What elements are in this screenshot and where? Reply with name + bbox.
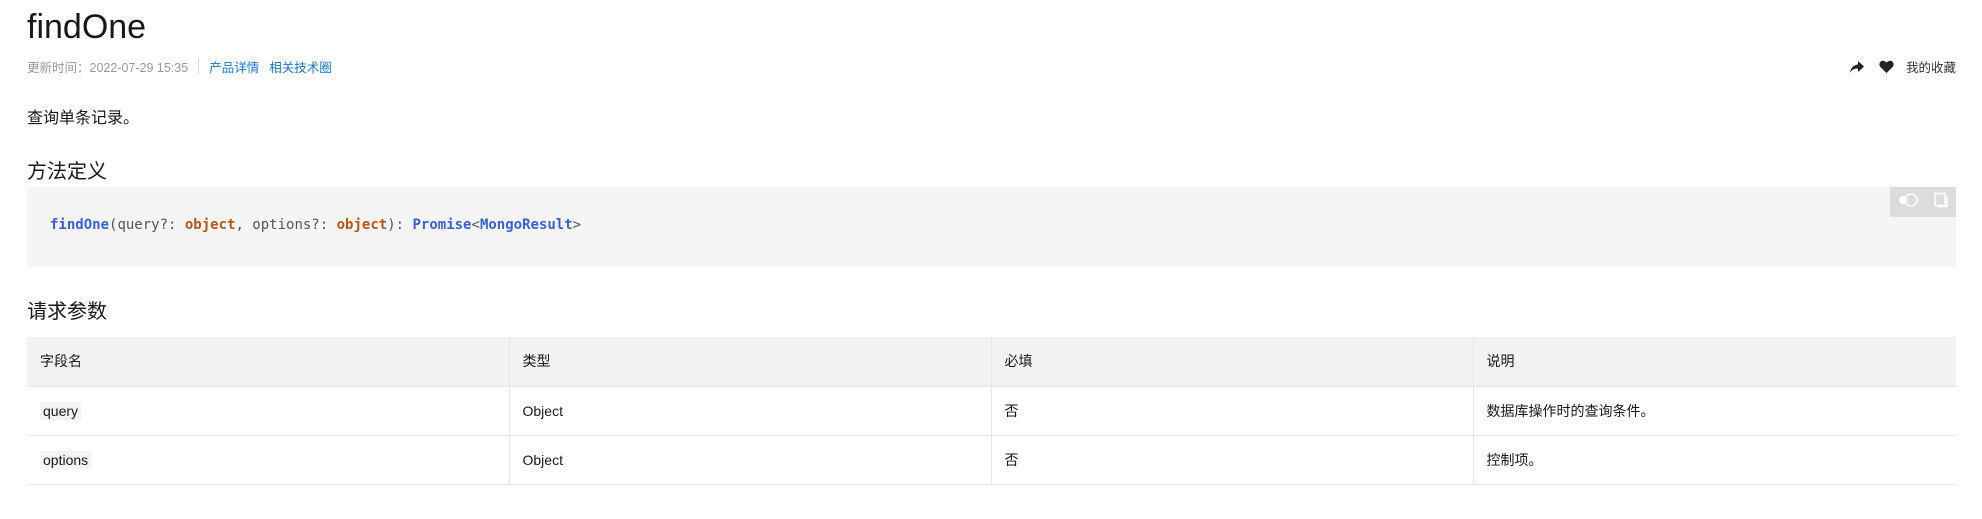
code-keyword: object bbox=[184, 217, 236, 233]
code-text: < bbox=[471, 217, 480, 233]
product-detail-link[interactable]: 产品详情 bbox=[209, 57, 259, 76]
code-toolbar bbox=[1890, 187, 1956, 217]
tech-community-link[interactable]: 相关技术圈 bbox=[269, 57, 332, 76]
favorites-link[interactable]: 我的收藏 bbox=[1906, 57, 1956, 76]
column-header: 类型 bbox=[509, 337, 992, 386]
share-icon[interactable] bbox=[1848, 58, 1866, 76]
code-text: , options?: bbox=[235, 217, 337, 233]
field-name-cell: query bbox=[27, 386, 510, 435]
code-function-name: findOne bbox=[50, 217, 110, 233]
table-header-row: 字段名 类型 必填 说明 bbox=[27, 337, 1956, 386]
copy-icon[interactable] bbox=[1933, 192, 1949, 213]
params-table: 字段名 类型 必填 说明 query Object 否 数据库操作时的查询条件。… bbox=[27, 337, 1956, 485]
param-name: query bbox=[40, 401, 82, 420]
updated-time: 更新时间：2022-07-29 15:35 bbox=[27, 60, 189, 75]
description-cell: 控制项。 bbox=[1486, 451, 1543, 468]
page-title: findOne bbox=[27, 8, 147, 46]
description: 查询单条记录。 bbox=[27, 110, 140, 127]
code-text: > bbox=[572, 217, 582, 233]
code-generic-type: MongoResult bbox=[479, 217, 573, 233]
request-params-heading: 请求参数 bbox=[27, 301, 107, 323]
field-name-cell: options bbox=[27, 435, 510, 484]
type-cell: Object bbox=[509, 386, 992, 435]
theme-toggle-icon[interactable] bbox=[1897, 192, 1919, 213]
code-return-type: Promise bbox=[412, 217, 472, 233]
code-block: findOne(query?: object, options?: object… bbox=[27, 187, 1956, 267]
required-cell: 否 bbox=[991, 435, 1474, 484]
param-name: options bbox=[40, 450, 92, 469]
code-text: ): bbox=[387, 217, 413, 233]
table-row: options Object 否 控制项。 bbox=[27, 435, 1956, 484]
meta-divider bbox=[198, 58, 200, 74]
column-header: 说明 bbox=[1486, 353, 1515, 370]
type-cell: Object bbox=[509, 435, 992, 484]
page-actions: 我的收藏 bbox=[1836, 57, 1956, 76]
heart-icon[interactable] bbox=[1878, 58, 1896, 76]
code-keyword: object bbox=[336, 217, 388, 233]
required-cell: 否 bbox=[991, 386, 1474, 435]
code-text: (query?: bbox=[109, 217, 185, 233]
method-signature: findOne(query?: object, options?: object… bbox=[50, 217, 581, 233]
description-cell: 数据库操作时的查询条件。 bbox=[1486, 402, 1655, 419]
meta-bar: 更新时间：2022-07-29 15:35 产品详情 相关技术圈 bbox=[27, 57, 342, 76]
column-header: 字段名 bbox=[27, 337, 510, 386]
method-definition-heading: 方法定义 bbox=[27, 161, 107, 183]
column-header: 必填 bbox=[991, 337, 1474, 386]
table-row: query Object 否 数据库操作时的查询条件。 bbox=[27, 386, 1956, 435]
